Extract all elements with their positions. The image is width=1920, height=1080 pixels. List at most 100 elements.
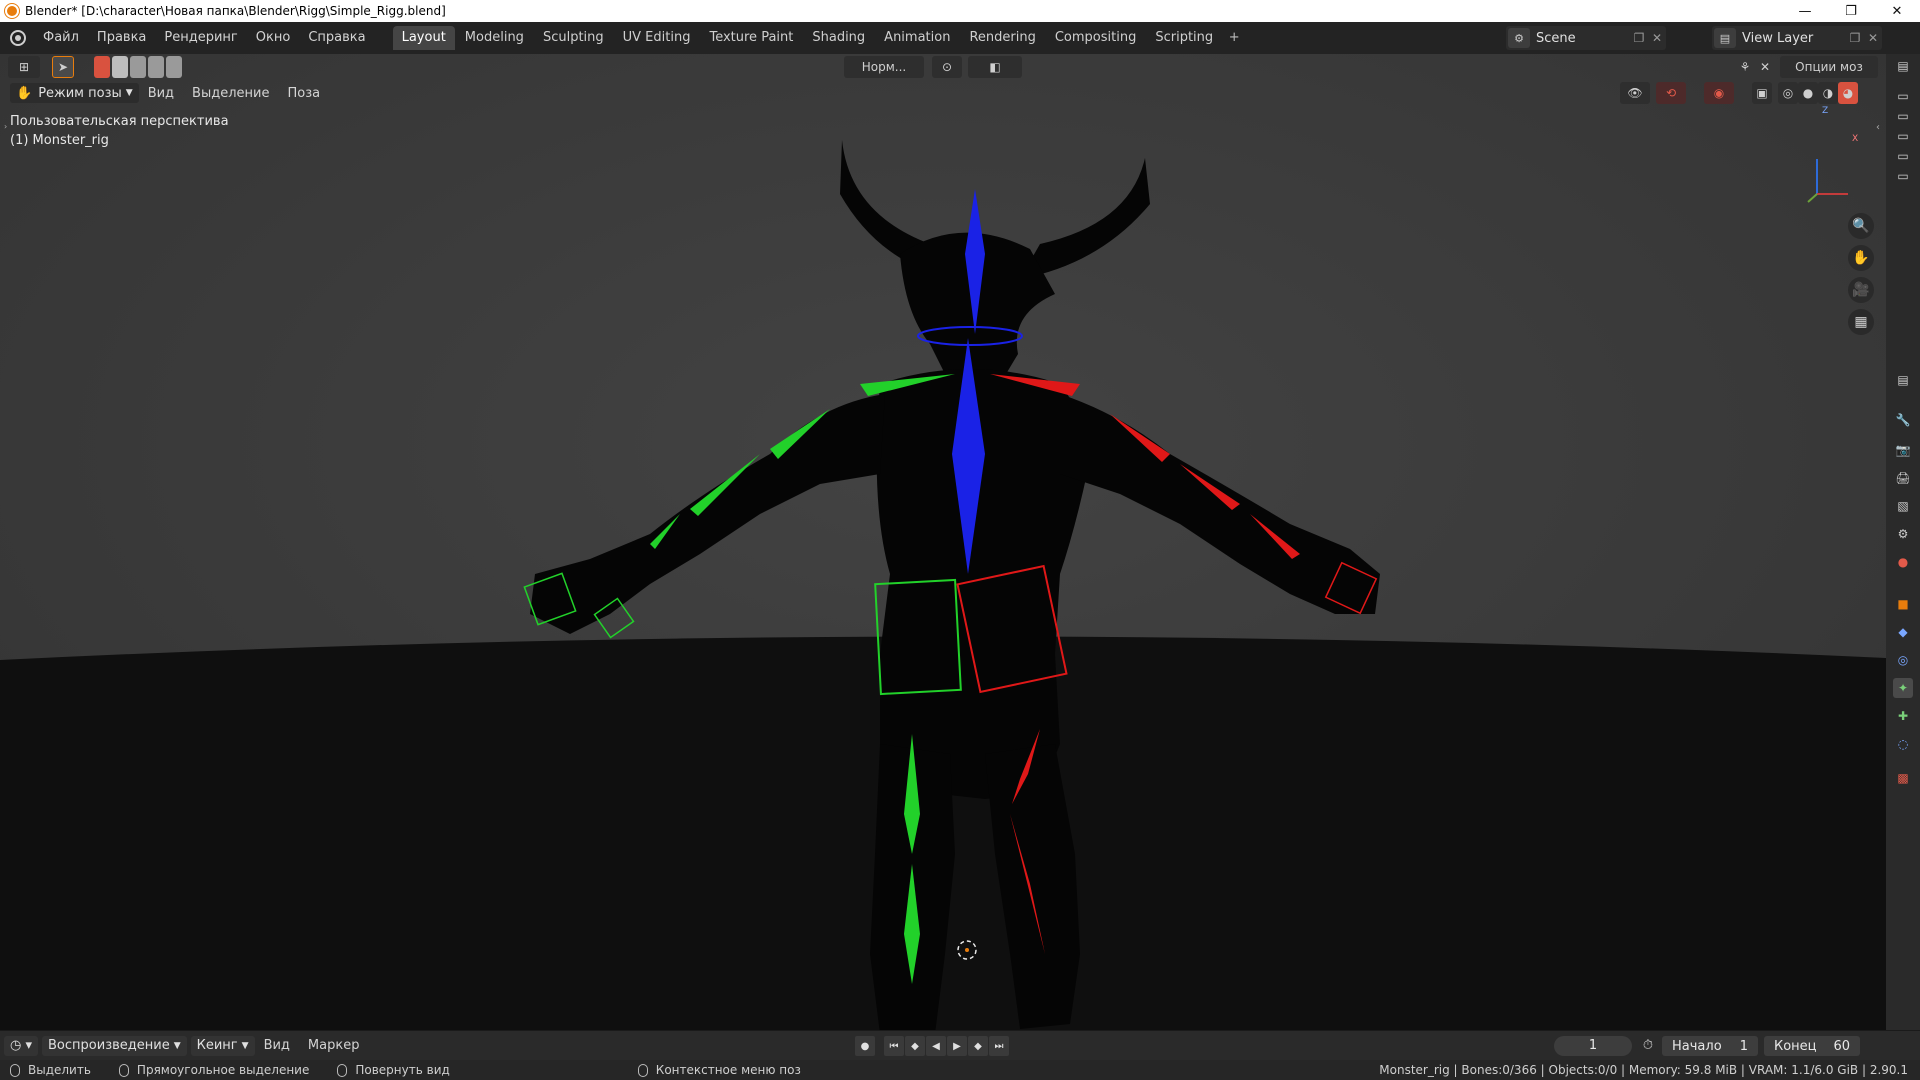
tab-texture-paint[interactable]: Texture Paint [700,26,802,50]
jump-keyframe-back-icon[interactable]: ◆ [905,1036,925,1056]
wireframe-shading-icon[interactable]: ◎ [1778,82,1798,104]
tool-properties-icon[interactable]: 🔧 [1893,410,1913,430]
outliner-toggle-icon[interactable]: ▤ [1893,56,1913,76]
outliner-row-icon[interactable]: ▭ [1893,86,1913,106]
timeline-menu-marker[interactable]: Маркер [299,1038,369,1053]
tab-layout[interactable]: Layout [392,26,455,50]
3d-viewport[interactable]: ⊞ ➤ Норм... ⊙ ◧ ⚘ ✕ Опции моз ✋ Режим по… [0,54,1886,1030]
world-properties-icon[interactable]: ● [1893,552,1913,572]
select-mode-subtract-icon[interactable] [130,56,146,78]
menu-help[interactable]: Справка [299,22,374,54]
jump-keyframe-forward-icon[interactable]: ◆ [968,1036,988,1056]
outliner-row-icon[interactable]: ▭ [1893,126,1913,146]
bone-constraint-icon[interactable]: ◌ [1893,734,1913,754]
properties-toggle-icon[interactable]: ▤ [1893,370,1913,390]
jump-start-icon[interactable]: ⏮ [884,1036,904,1056]
select-mode-invert-icon[interactable] [148,56,164,78]
copy-view-layer-icon[interactable]: ❐ [1846,31,1864,45]
close-gizmo-icon[interactable]: ✕ [1757,56,1773,78]
scene-properties-icon[interactable]: ⚙ [1893,524,1913,544]
select-tool-icon[interactable]: ➤ [52,56,74,78]
pose-mode-icon: ✋ [16,85,33,101]
tab-animation[interactable]: Animation [875,26,959,50]
remove-scene-icon[interactable]: ✕ [1648,31,1666,45]
object-properties-icon[interactable]: ■ [1893,594,1913,614]
view-layer-name[interactable]: View Layer [1742,31,1846,46]
render-properties-icon[interactable]: 📷 [1893,440,1913,460]
view-layer-properties-icon[interactable]: ▧ [1893,496,1913,516]
outliner-row-icon[interactable]: ▭ [1893,106,1913,126]
output-properties-icon[interactable]: 🖨 [1893,468,1913,488]
interaction-mode-select[interactable]: ✋ Режим позы ▼ [10,83,139,103]
keying-dropdown[interactable]: Кеинг ▼ [190,1035,255,1056]
armature-data-icon[interactable]: ✦ [1893,678,1913,698]
minimize-button[interactable]: — [1782,0,1828,22]
select-mode-extend-icon[interactable] [112,56,128,78]
copy-scene-icon[interactable]: ❐ [1630,31,1648,45]
play-icon[interactable]: ▶ [947,1036,967,1056]
jump-end-icon[interactable]: ⏭ [989,1036,1009,1056]
outliner-row-icon[interactable]: ▭ [1893,146,1913,166]
playback-dropdown[interactable]: Воспроизведение ▼ [42,1035,187,1056]
camera-view-icon[interactable]: 🎥 [1848,277,1874,303]
tab-uv-editing[interactable]: UV Editing [614,26,700,50]
visibility-icon[interactable]: 👁 [1620,82,1650,104]
add-workspace-button[interactable]: + [1223,26,1245,50]
maximize-button[interactable]: ❐ [1828,0,1874,22]
close-button[interactable]: ✕ [1874,0,1920,22]
record-icon[interactable]: ● [855,1036,875,1056]
show-overlays-icon[interactable]: ◉ [1704,82,1734,104]
scene-selector[interactable]: ⚙ Scene ❐ ✕ [1506,26,1666,50]
end-frame-field[interactable]: Конец 60 [1764,1036,1860,1056]
tab-shading[interactable]: Shading [803,26,874,50]
solid-shading-icon[interactable]: ● [1798,82,1818,104]
tab-scripting[interactable]: Scripting [1146,26,1222,50]
pivot-point-icon[interactable]: ⊙ [932,56,962,78]
modifier-properties-icon[interactable]: ◆ [1893,622,1913,642]
timeline-editor-type-icon[interactable]: ◷ ▾ [4,1035,39,1056]
menu-edit[interactable]: Правка [88,22,155,54]
gizmo-toggle-icon[interactable]: ⚘ [1735,56,1755,78]
options-dropdown[interactable]: Опции моз [1780,56,1878,78]
tab-compositing[interactable]: Compositing [1046,26,1146,50]
window-controls: — ❐ ✕ [1782,0,1920,22]
menu-view[interactable]: Вид [139,86,183,101]
outliner-row-icon[interactable]: ▭ [1893,166,1913,186]
remove-view-layer-icon[interactable]: ✕ [1864,31,1882,45]
tab-sculpting[interactable]: Sculpting [534,26,613,50]
select-mode-intersect-icon[interactable] [166,56,182,78]
pan-hand-icon[interactable]: ✋ [1848,245,1874,271]
xray-icon[interactable]: ▣ [1752,82,1772,104]
rendered-shading-icon[interactable]: ◕ [1838,82,1858,104]
bone-properties-icon[interactable]: ✚ [1893,706,1913,726]
view-layer-selector[interactable]: ▤ View Layer ❐ ✕ [1712,26,1882,50]
texture-properties-icon[interactable]: ▩ [1893,768,1913,788]
menu-render[interactable]: Рендеринг [155,22,246,54]
current-frame-field[interactable]: 1 [1554,1036,1632,1056]
blender-logo-icon[interactable] [10,30,26,46]
editor-type-icon[interactable]: ⊞ [8,56,40,78]
material-shading-icon[interactable]: ◑ [1818,82,1838,104]
tab-rendering[interactable]: Rendering [960,26,1044,50]
perspective-toggle-icon[interactable]: ▦ [1848,309,1874,335]
show-gizmo-icon[interactable]: ⟲ [1656,82,1686,104]
menu-pose[interactable]: Поза [278,86,329,101]
stopwatch-icon[interactable]: ⏱ [1638,1036,1658,1056]
timeline-menu-view[interactable]: Вид [255,1038,299,1053]
select-mode-new-icon[interactable] [94,56,110,78]
menu-file[interactable]: Файл [34,22,88,54]
transform-orientation-select[interactable]: Норм... [844,56,924,78]
menu-window[interactable]: Окно [247,22,300,54]
play-reverse-icon[interactable]: ◀ [926,1036,946,1056]
snap-icon[interactable]: ◧ [968,56,1022,78]
start-frame-field[interactable]: Начало 1 [1662,1036,1758,1056]
scene-name[interactable]: Scene [1536,31,1630,46]
menu-select[interactable]: Выделение [183,86,278,101]
status-box-select-label: Прямоугольное выделение [136,1063,310,1077]
toolbar-expand-icon[interactable]: › [4,122,7,131]
viewport-scene[interactable] [0,54,1886,1030]
zoom-icon[interactable]: 🔍 [1848,213,1874,239]
tab-modeling[interactable]: Modeling [456,26,533,50]
constraint-properties-icon[interactable]: ◎ [1893,650,1913,670]
sidebar-expand-icon[interactable]: ‹ [1876,122,1880,133]
